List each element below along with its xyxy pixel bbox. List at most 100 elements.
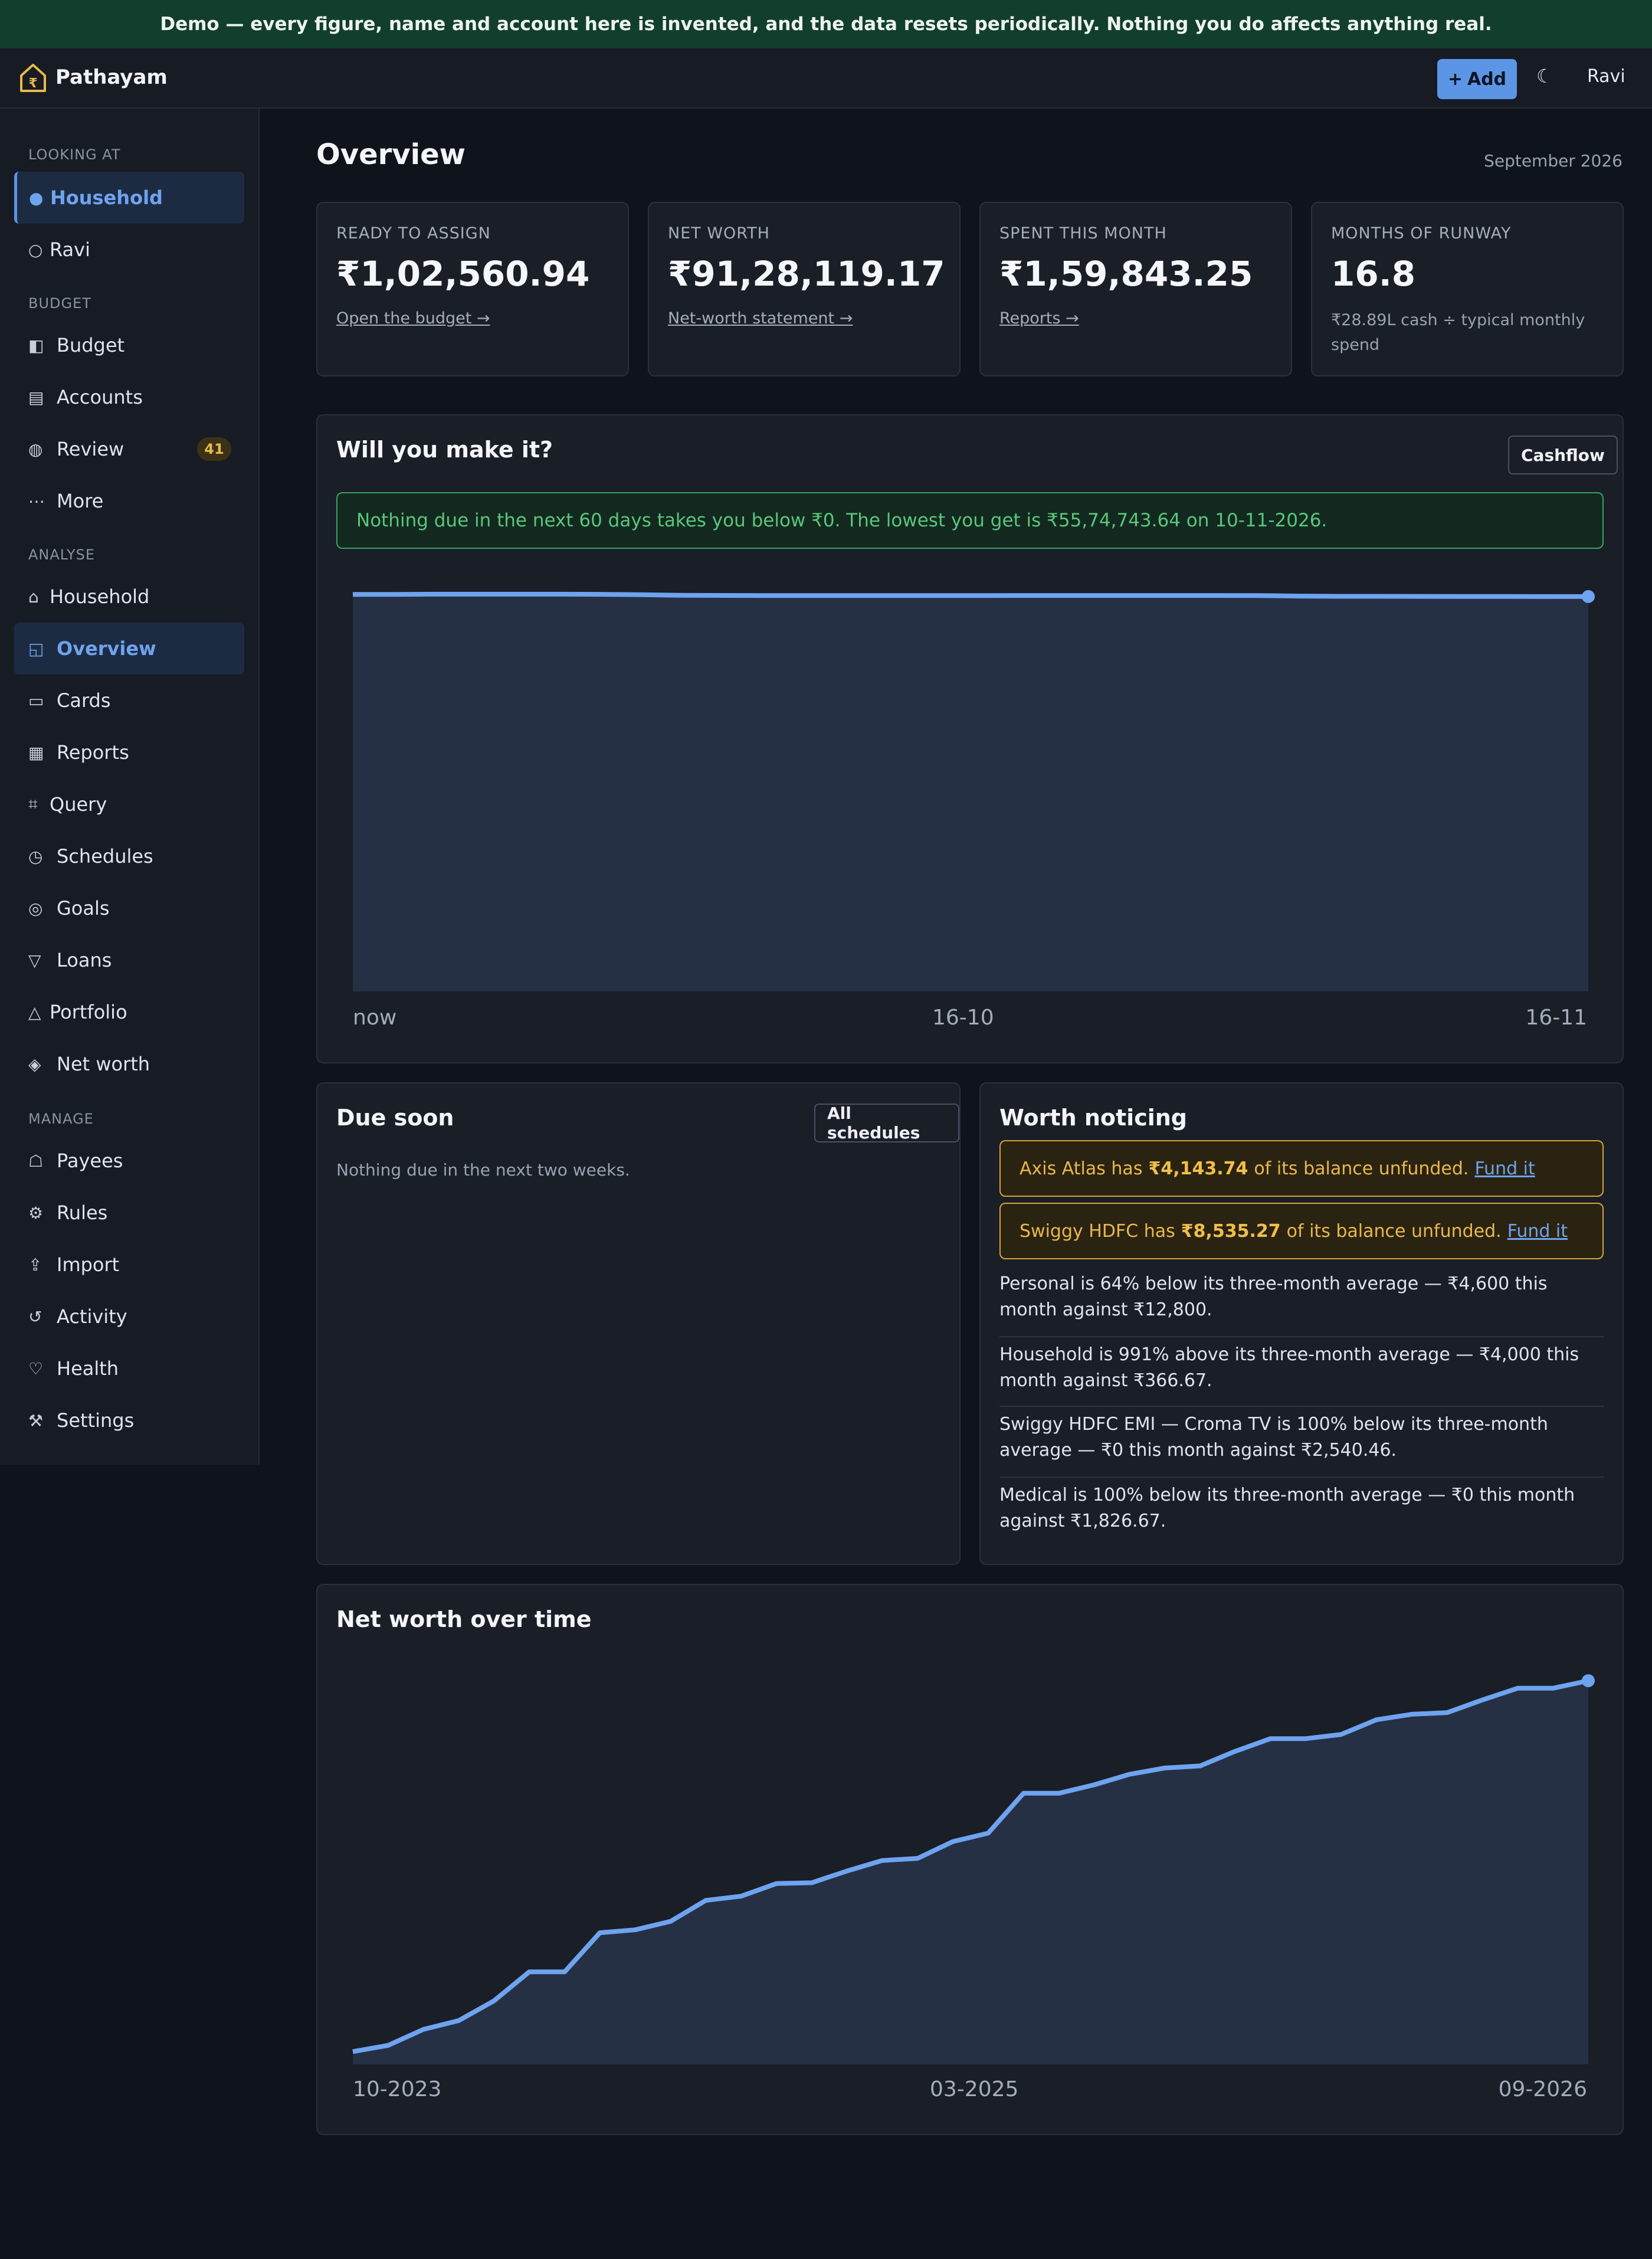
sidebar-item-health[interactable]: ♡ Health: [14, 1343, 244, 1394]
sidebar-item-more[interactable]: ⋯ More: [14, 475, 244, 527]
stat-value: ₹1,59,843.25: [999, 254, 1253, 294]
alert-amount: ₹4,143.74: [1148, 1158, 1248, 1179]
sidebar-item-activity[interactable]: ↺ Activity: [14, 1291, 244, 1343]
reports-link[interactable]: Reports →: [999, 309, 1079, 328]
sidebar-item-ravi-scope[interactable]: ○ Ravi: [14, 224, 244, 276]
add-button[interactable]: + Add: [1437, 59, 1517, 99]
sidebar-item-label: Activity: [57, 1305, 127, 1328]
hash-icon: ⌗: [28, 794, 38, 814]
area-fill: [353, 1681, 1588, 2064]
sidebar-item-label: Import: [57, 1253, 120, 1276]
sidebar-item-net-worth[interactable]: ◈ Net worth: [14, 1038, 244, 1090]
top-bar: ₹ Pathayam + Add ☾ Ravi: [0, 48, 1652, 109]
sidebar-heading-analyse: ANALYSE: [28, 546, 96, 563]
sidebar-item-label: Review: [57, 438, 124, 460]
theme-toggle-moon-icon[interactable]: ☾: [1536, 65, 1553, 87]
due-soon-title: Due soon: [336, 1105, 454, 1131]
spending-note: Medical is 100% below its three-month av…: [999, 1485, 1575, 1531]
gear-icon: ⚙: [28, 1203, 44, 1223]
divider: [999, 1406, 1604, 1407]
fund-it-link[interactable]: Fund it: [1507, 1221, 1568, 1242]
data-point: [1582, 590, 1595, 603]
series-line: [353, 591, 1588, 599]
history-icon: ↺: [28, 1307, 42, 1327]
x-tick-label: 10-2023: [353, 2077, 442, 2101]
add-button-label: Add: [1467, 68, 1507, 90]
home-icon: ⌂: [28, 587, 39, 607]
sidebar-item-household[interactable]: ⌂ Household: [14, 571, 244, 623]
upload-icon: ⇪: [28, 1255, 42, 1275]
area-fill: [353, 594, 1588, 991]
sidebar-item-loans[interactable]: ▽ Loans: [14, 934, 244, 986]
stat-value: 16.8: [1331, 254, 1416, 294]
sidebar-item-overview[interactable]: ◱ Overview: [14, 623, 244, 675]
review-count-badge: 41: [197, 437, 231, 461]
sidebar-item-label: Overview: [57, 637, 156, 660]
fund-it-link[interactable]: Fund it: [1474, 1158, 1535, 1179]
stat-card-months-of-runway: MONTHS OF RUNWAY 16.8 ₹28.89L cash ÷ typ…: [1311, 202, 1624, 377]
spending-note: Swiggy HDFC EMI — Croma TV is 100% below…: [999, 1414, 1548, 1461]
worth-noticing-title: Worth noticing: [999, 1105, 1188, 1131]
sidebar-item-schedules[interactable]: ◷ Schedules: [14, 830, 244, 882]
diamond-icon: ◈: [28, 1054, 41, 1074]
sidebar-item-payees[interactable]: ☖ Payees: [14, 1135, 244, 1187]
cashflow-card: Will you make it? Cashflow Nothing due i…: [316, 414, 1624, 1063]
spending-note: Household is 991% above its three-month …: [999, 1344, 1579, 1391]
x-tick-label: now: [353, 1006, 397, 1030]
stat-card-net-worth: NET WORTH ₹91,28,119.17 Net-worth statem…: [648, 202, 961, 377]
sidebar-item-rules[interactable]: ⚙ Rules: [14, 1187, 244, 1239]
sidebar-item-label: Budget: [57, 334, 125, 356]
sidebar-item-household-scope[interactable]: ● Household: [14, 172, 244, 224]
demo-banner: Demo — every figure, name and account he…: [0, 0, 1652, 48]
brand-name: Pathayam: [55, 66, 168, 89]
sidebar-item-accounts[interactable]: ▤ Accounts: [14, 371, 244, 423]
payees-icon: ☖: [28, 1151, 44, 1171]
sidebar-item-query[interactable]: ⌗ Query: [14, 778, 244, 830]
user-menu-button[interactable]: Ravi: [1587, 66, 1625, 87]
sidebar-item-label: Settings: [57, 1409, 135, 1432]
sidebar-item-goals[interactable]: ◎ Goals: [14, 882, 244, 934]
alert-text: of its balance unfunded.: [1286, 1220, 1502, 1242]
sidebar-item-import[interactable]: ⇪ Import: [14, 1239, 244, 1291]
sidebar-item-label: Ravi: [50, 238, 90, 261]
triangle-down-icon: ▽: [28, 950, 41, 970]
page-month: September 2026: [1484, 151, 1622, 171]
clock-icon: ◷: [28, 846, 43, 866]
sidebar-item-settings[interactable]: ⚒ Settings: [14, 1394, 244, 1446]
house-rupee-logo-icon: ₹: [20, 64, 46, 92]
all-schedules-button[interactable]: All schedules: [814, 1104, 959, 1142]
sidebar-heading-budget: BUDGET: [28, 295, 91, 312]
stat-label: NET WORTH: [668, 224, 770, 243]
sidebar-item-label: Cards: [57, 689, 111, 712]
sidebar-item-budget[interactable]: ◧ Budget: [14, 319, 244, 371]
sidebar-item-label: Household: [50, 585, 150, 608]
sidebar-item-portfolio[interactable]: △ Portfolio: [14, 986, 244, 1038]
sidebar-item-label: Net worth: [57, 1053, 150, 1075]
sidebar-item-cards[interactable]: ▭ Cards: [14, 675, 244, 726]
sidebar-item-reports[interactable]: ▦ Reports: [14, 726, 244, 778]
alert-text: of its balance unfunded.: [1254, 1158, 1469, 1179]
divider: [999, 1476, 1604, 1478]
x-tick-label: 03-2025: [930, 2077, 1019, 2101]
due-soon-empty-text: Nothing due in the next two weeks.: [336, 1160, 630, 1180]
sidebar-item-label: Query: [50, 793, 107, 816]
sidebar-item-label: Goals: [57, 897, 110, 919]
cashflow-chart: [352, 590, 1595, 991]
more-icon: ⋯: [28, 491, 45, 511]
sidebar-item-label: Portfolio: [50, 1001, 127, 1023]
spending-note: Personal is 64% below its three-month av…: [999, 1273, 1548, 1320]
heart-icon: ♡: [28, 1358, 44, 1379]
unfunded-alert: Swiggy HDFC has ₹8,535.27 of its balance…: [999, 1203, 1604, 1259]
page-title: Overview: [316, 138, 466, 171]
open-budget-link[interactable]: Open the budget →: [336, 309, 490, 328]
tools-icon: ⚒: [28, 1410, 44, 1430]
stat-label: READY TO ASSIGN: [336, 224, 491, 243]
sidebar: LOOKING AT ● Household ○ Ravi BUDGET ◧ B…: [0, 109, 260, 1465]
sidebar-item-review[interactable]: ◍ Review 41: [14, 423, 244, 475]
triangle-up-icon: △: [28, 1002, 41, 1022]
svg-text:₹: ₹: [28, 76, 37, 91]
net-worth-statement-link[interactable]: Net-worth statement →: [668, 309, 853, 328]
stat-card-spent-this-month: SPENT THIS MONTH ₹1,59,843.25 Reports →: [979, 202, 1292, 377]
stat-value: ₹1,02,560.94: [336, 254, 590, 294]
accounts-icon: ▤: [28, 387, 44, 407]
